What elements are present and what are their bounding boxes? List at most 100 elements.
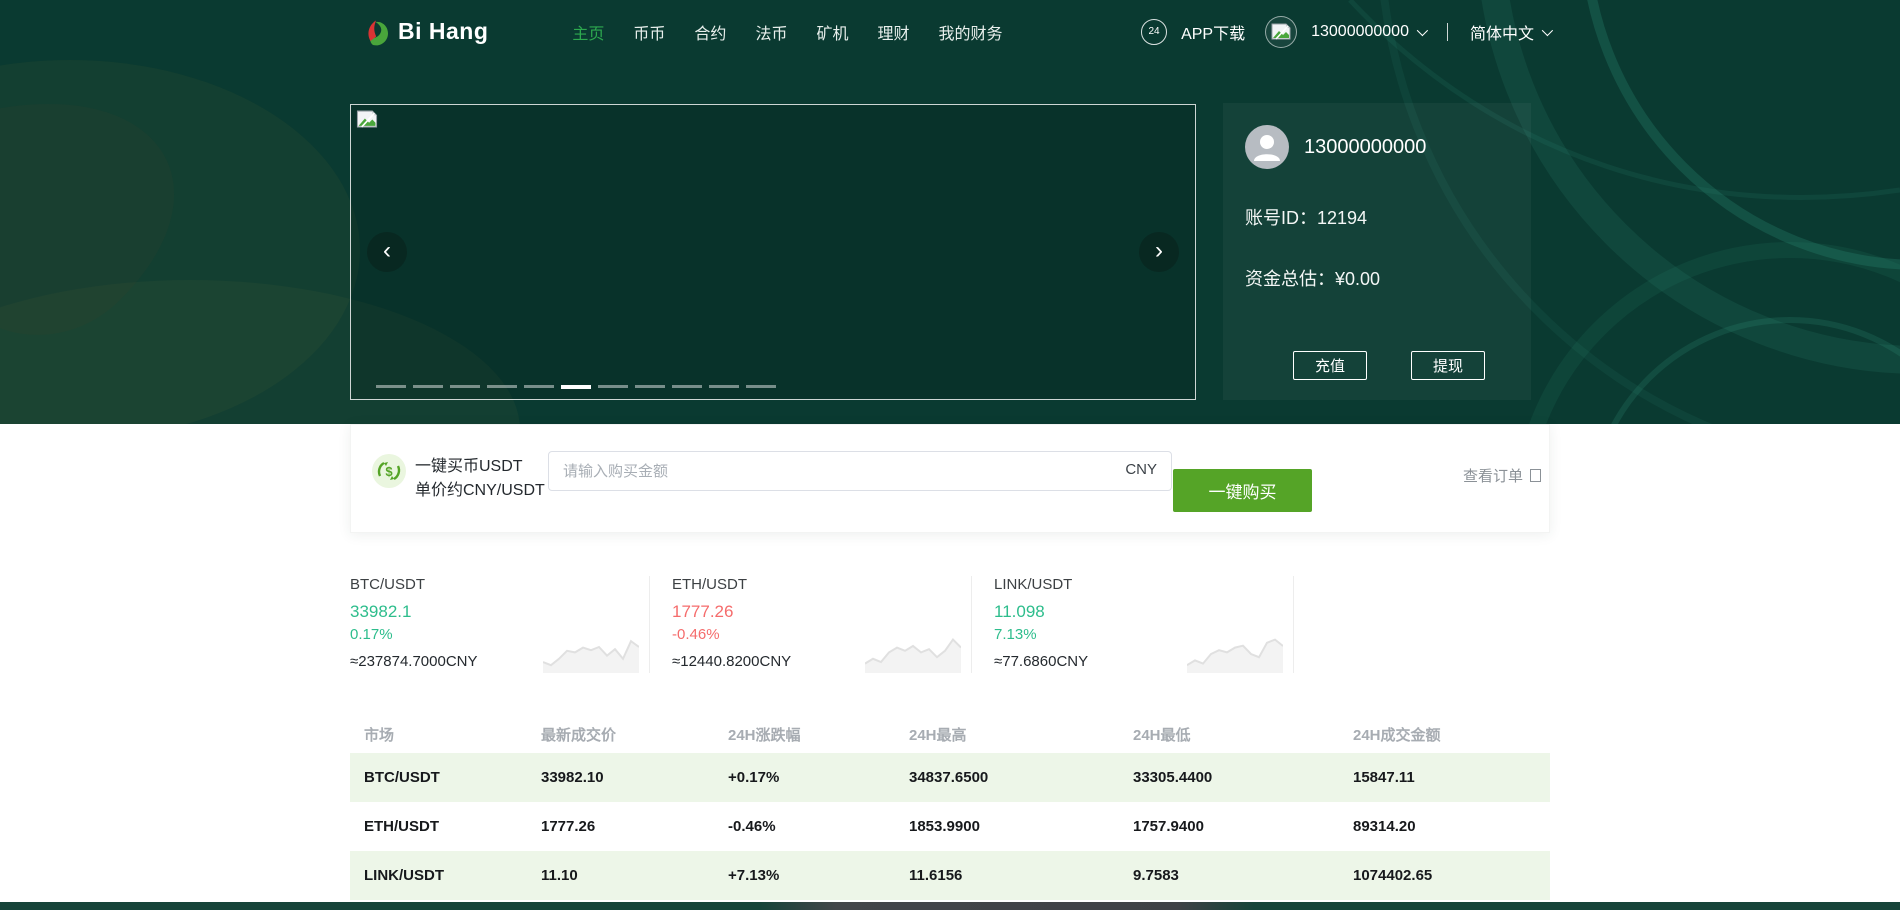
carousel-dash[interactable] — [635, 385, 665, 388]
ticker-pair: ETH/USDT — [672, 576, 747, 593]
col-24h-change: 24H涨跌幅 — [728, 726, 801, 744]
cell-market: LINK/USDT — [364, 867, 444, 884]
person-icon — [1254, 135, 1280, 161]
sparkline-chart — [1187, 638, 1283, 673]
nav-item-finance[interactable]: 理财 — [871, 16, 915, 48]
broken-image-icon — [356, 110, 378, 128]
quick-buy-title-line2: 单价约CNY/USDT — [415, 482, 545, 499]
language-label: 简体中文 — [1469, 25, 1534, 43]
col-last-price: 最新成交价 — [541, 726, 617, 744]
carousel-dash[interactable] — [413, 385, 443, 388]
hero-content: ‹ › 13000000000 账号ID：12194 资金总估：¥0.00 充值… — [350, 63, 1550, 477]
hero-section: Bi Hang 主页 币币 合约 法币 矿机 理财 我的财务 24 APP下载 — [0, 0, 1900, 477]
main-nav: 主页 币币 合约 法币 矿机 理财 我的财务 — [566, 16, 1008, 48]
cell-price: 33982.10 — [541, 769, 604, 786]
account-phone-label: 13000000000 — [1311, 22, 1409, 40]
col-24h-volume: 24H成交金额 — [1353, 726, 1441, 744]
ticker-card-btc[interactable]: BTC/USDT 33982.1 0.17% ≈237874.7000CNY — [350, 576, 650, 673]
ticker-cards: BTC/USDT 33982.1 0.17% ≈237874.7000CNY E… — [350, 576, 1550, 673]
account-phone-dropdown[interactable]: 13000000000 — [1311, 22, 1429, 41]
ticker-pair: LINK/USDT — [994, 576, 1073, 593]
carousel-dash[interactable] — [450, 385, 480, 388]
page: Bi Hang 主页 币币 合约 法币 矿机 理财 我的财务 24 APP下载 — [0, 0, 1900, 910]
carousel-dash[interactable] — [746, 385, 776, 388]
table-row-link[interactable]: LINK/USDT 11.10 +7.13% 11.6156 9.7583 10… — [350, 851, 1550, 900]
chevron-down-icon — [1416, 24, 1429, 36]
table-row-eth[interactable]: ETH/USDT 1777.26 -0.46% 1853.9900 1757.9… — [350, 802, 1550, 851]
ticker-pair: BTC/USDT — [350, 576, 425, 593]
col-market: 市场 — [364, 726, 395, 744]
table-header-row: 市场 最新成交价 24H涨跌幅 24H最高 24H最低 24H成交金额 — [350, 715, 1550, 753]
cell-market: BTC/USDT — [364, 769, 440, 786]
nav-item-my-assets[interactable]: 我的财务 — [932, 16, 1008, 48]
nav-item-contract[interactable]: 合约 — [688, 16, 732, 48]
header-divider — [1446, 22, 1448, 41]
assets-label: 资金总估： — [1245, 269, 1335, 289]
carousel-dash[interactable] — [524, 385, 554, 388]
withdraw-button[interactable]: 提现 — [1411, 351, 1485, 380]
sparkline-chart — [543, 639, 639, 673]
table-row-btc[interactable]: BTC/USDT 33982.10 +0.17% 34837.6500 3330… — [350, 753, 1550, 802]
col-24h-low: 24H最低 — [1133, 726, 1191, 744]
account-summary-panel: 13000000000 账号ID：12194 资金总估：¥0.00 充值 提现 — [1223, 103, 1531, 400]
header-right-cluster: 24 APP下载 13000000000 简体中文 — [1141, 15, 1554, 48]
nav-item-spot[interactable]: 币币 — [627, 16, 671, 48]
main-content: $ 一键买币USDT 单价约CNY/USDT CNY 一键购买 查看订单 BTC… — [0, 424, 1900, 910]
cell-change: -0.46% — [728, 818, 776, 835]
cell-change: +0.17% — [728, 769, 780, 786]
app-download-link[interactable]: APP下载 — [1181, 20, 1245, 44]
nav-item-fiat[interactable]: 法币 — [749, 16, 793, 48]
carousel-dash[interactable] — [598, 385, 628, 388]
broken-image-icon — [1271, 23, 1291, 40]
ticker-card-eth[interactable]: ETH/USDT 1777.26 -0.46% ≈12440.8200CNY — [672, 576, 972, 673]
language-dropdown[interactable]: 简体中文 — [1469, 20, 1554, 44]
cell-volume: 15847.11 — [1353, 769, 1415, 786]
cell-low: 33305.4400 — [1133, 769, 1213, 786]
cell-price: 11.10 — [541, 867, 578, 884]
assets-line: 资金总估：¥0.00 — [1245, 265, 1509, 291]
cell-high: 11.6156 — [909, 867, 963, 884]
ticker-price: 33982.1 — [350, 602, 412, 621]
recharge-button[interactable]: 充值 — [1293, 351, 1367, 380]
carousel-prev-button[interactable]: ‹ — [367, 232, 407, 272]
market-table: 市场 最新成交价 24H涨跌幅 24H最高 24H最低 24H成交金额 BTC/… — [350, 715, 1550, 900]
carousel-dashes — [376, 385, 776, 389]
banner-carousel[interactable]: ‹ › — [350, 104, 1196, 400]
service-24h-label: 24 — [1148, 26, 1160, 37]
cell-low: 9.7583 — [1133, 867, 1179, 884]
sparkline-chart — [865, 638, 961, 673]
cell-volume: 89314.20 — [1353, 818, 1416, 835]
brand-logo[interactable]: Bi Hang — [360, 17, 488, 47]
account-id-label: 账号ID： — [1245, 208, 1317, 228]
ticker-price: 11.098 — [994, 602, 1045, 621]
assets-value: ¥0.00 — [1335, 269, 1381, 289]
panel-phone-number: 13000000000 — [1304, 135, 1427, 158]
cell-low: 1757.9400 — [1133, 818, 1204, 835]
footer-strip — [0, 902, 1900, 910]
cell-volume: 1074402.65 — [1353, 867, 1433, 884]
cell-high: 34837.6500 — [909, 769, 989, 786]
nav-item-mining[interactable]: 矿机 — [810, 16, 854, 48]
logo-icon — [368, 20, 388, 45]
cell-market: ETH/USDT — [364, 818, 439, 835]
carousel-dash[interactable] — [672, 385, 702, 388]
chevron-down-icon — [1541, 24, 1554, 36]
user-avatar-broken-image-icon[interactable] — [1265, 15, 1298, 48]
account-id-value: 12194 — [1317, 208, 1368, 228]
account-id-line: 账号ID：12194 — [1245, 204, 1509, 230]
carousel-dash[interactable] — [561, 385, 591, 389]
cell-high: 1853.9900 — [909, 818, 980, 835]
carousel-dash[interactable] — [376, 385, 406, 388]
ticker-card-link[interactable]: LINK/USDT 11.098 7.13% ≈77.6860CNY — [994, 576, 1294, 673]
carousel-dash[interactable] — [709, 385, 739, 388]
cell-change: +7.13% — [728, 867, 780, 884]
top-navigation-bar: Bi Hang 主页 币币 合约 法币 矿机 理财 我的财务 24 APP下载 — [0, 0, 1900, 63]
avatar — [1245, 125, 1289, 169]
carousel-dash[interactable] — [487, 385, 517, 388]
ticker-price: 1777.26 — [672, 602, 734, 621]
nav-item-home[interactable]: 主页 — [566, 16, 610, 48]
service-24h-icon[interactable]: 24 — [1141, 18, 1168, 45]
cell-price: 1777.26 — [541, 818, 596, 835]
carousel-next-button[interactable]: › — [1139, 232, 1179, 272]
logo-text: Bi Hang — [398, 18, 489, 44]
